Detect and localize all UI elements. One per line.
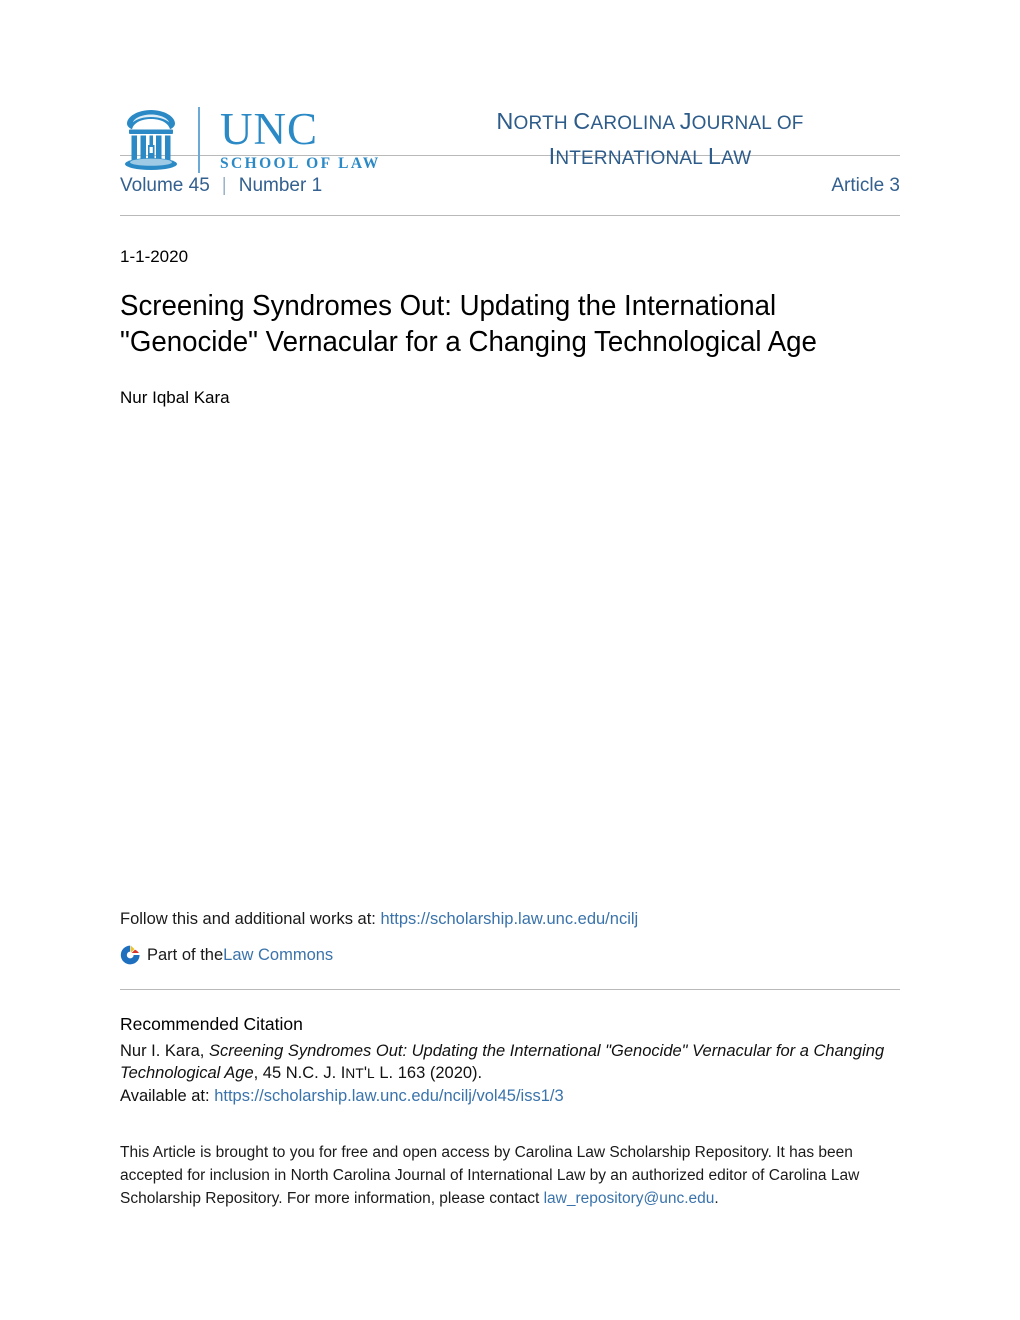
citation-source-nt: NT [345,1066,364,1081]
journal-title-cap-j: J [679,108,692,134]
available-at-prefix: Available at: [120,1087,215,1105]
journal-title-aw: AW [721,148,752,169]
issue-volume-group: Volume 45 | Number 1 [120,175,322,197]
article-number-label: Article 3 [831,175,900,196]
journal-title-arolina: AROLINA [590,113,680,134]
journal-repository-link[interactable]: https://scholarship.law.unc.edu/ncilj [380,910,638,928]
journal-title-ournal-of: OURNAL OF [691,113,804,134]
divider-under-issue [120,215,900,216]
journal-title-cap-l: L [707,143,722,169]
repository-email-link[interactable]: law_repository@unc.edu [544,1190,715,1207]
citation-source-c: L. 163 (2020). [374,1064,483,1082]
digital-commons-network-icon [120,945,140,965]
follow-works-block: Follow this and additional works at: htt… [120,908,900,966]
recommended-citation-text: Nur I. Kara, Screening Syndromes Out: Up… [120,1040,900,1107]
journal-title: NORTH CAROLINA JOURNAL OF INTERNATIONAL … [420,105,900,175]
journal-title-cap-n: N [496,108,514,134]
citation-author: Nur I. Kara, [120,1042,209,1060]
volume-separator: | [221,175,227,196]
article-title: Screening Syndromes Out: Updating the In… [120,290,817,358]
part-of-the-prefix: Part of the [147,946,224,964]
repository-footer-note: This Article is brought to you for free … [120,1141,860,1210]
citation-source-l: L [367,1066,375,1081]
footer-note-text: This Article is brought to you for free … [120,1144,860,1207]
page-header: UNC SCHOOL OF LAW NORTH CAROLINA JOURNAL… [120,0,900,173]
article-author: Nur Iqbal Kara [120,388,230,407]
recommended-citation-heading: Recommended Citation [120,1014,303,1034]
logo-divider [198,107,200,173]
logo-wordmark: UNC SCHOOL OF LAW [220,103,381,174]
journal-title-orth: ORTH [513,113,574,134]
journal-title-line-1: NORTH CAROLINA JOURNAL OF [440,105,860,140]
cover-page: UNC SCHOOL OF LAW NORTH CAROLINA JOURNAL… [0,0,1020,1320]
available-at-link[interactable]: https://scholarship.law.unc.edu/ncilj/vo… [214,1087,563,1105]
unc-school-of-law-logo: UNC SCHOOL OF LAW [120,103,420,174]
unc-old-well-icon [125,110,177,170]
logo-unc-text: UNC [220,103,319,154]
publication-date: 1-1-2020 [120,247,189,266]
follow-works-line: Follow this and additional works at: htt… [120,908,900,930]
law-commons-line: Part of the Law Commons [120,944,900,966]
journal-title-nternational: NTERNATIONAL [555,148,708,169]
follow-works-prefix: Follow this and additional works at: [120,910,381,928]
footer-note-period: . [714,1190,719,1207]
citation-source-a: , 45 N.C. J. I [253,1064,346,1082]
journal-title-line-2: INTERNATIONAL LAW [440,140,860,175]
journal-title-cap-c: C [573,108,591,134]
number-label: Number 1 [238,175,323,196]
citation-title: Screening Syndromes Out: Updating the In… [120,1042,885,1082]
recommended-citation-block: Recommended Citation Nur I. Kara, Screen… [120,1012,900,1107]
logo-school-of-law-text: SCHOOL OF LAW [220,154,381,172]
volume-label: Volume 45 [120,175,210,196]
law-commons-link[interactable]: Law Commons [223,944,333,966]
divider-above-citation [120,989,900,990]
